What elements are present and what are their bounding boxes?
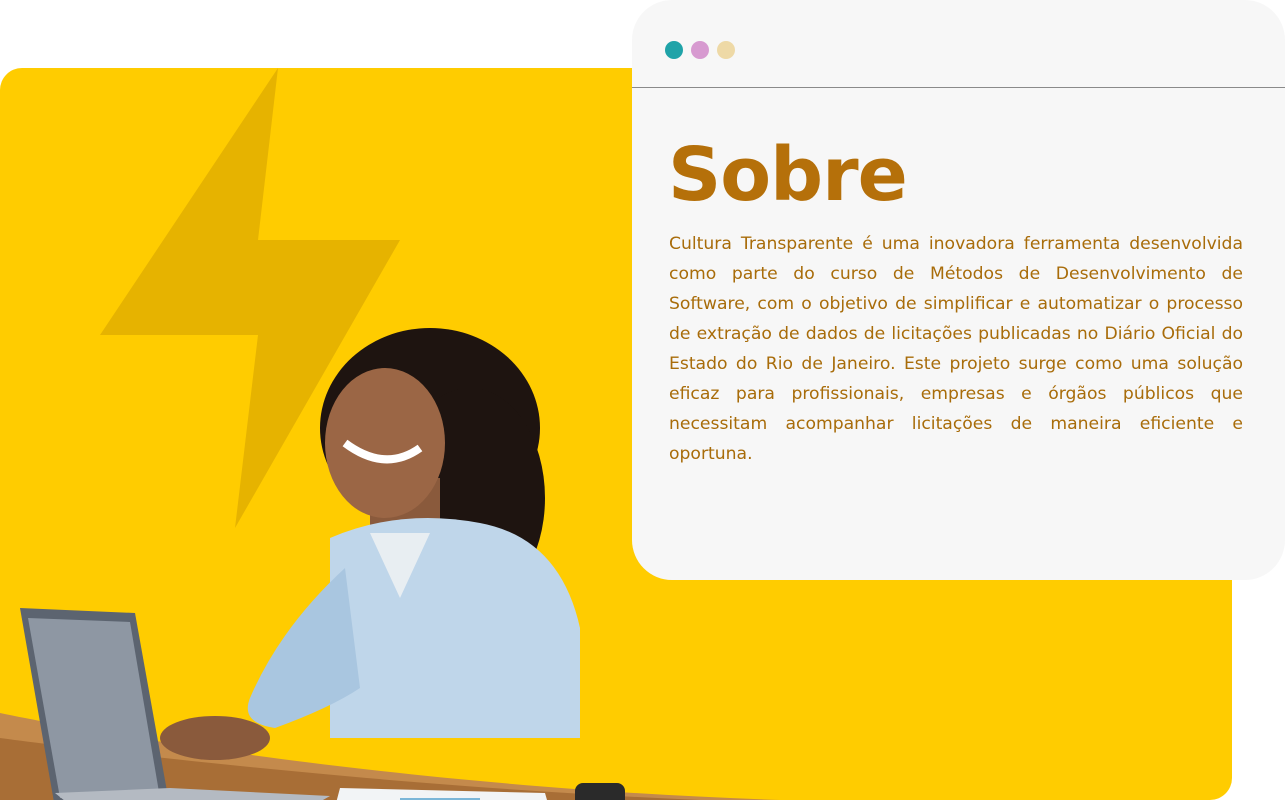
window-title-bar — [632, 0, 1285, 88]
teal-dot-icon — [665, 41, 683, 59]
about-description: Cultura Transparente é uma inovadora fer… — [669, 234, 1243, 464]
pink-dot-icon — [691, 41, 709, 59]
beige-dot-icon — [717, 41, 735, 59]
page-title: Sobre — [668, 132, 908, 218]
about-card: Sobre Cultura Transparente é uma inovado… — [632, 0, 1285, 580]
window-dots — [665, 41, 735, 59]
